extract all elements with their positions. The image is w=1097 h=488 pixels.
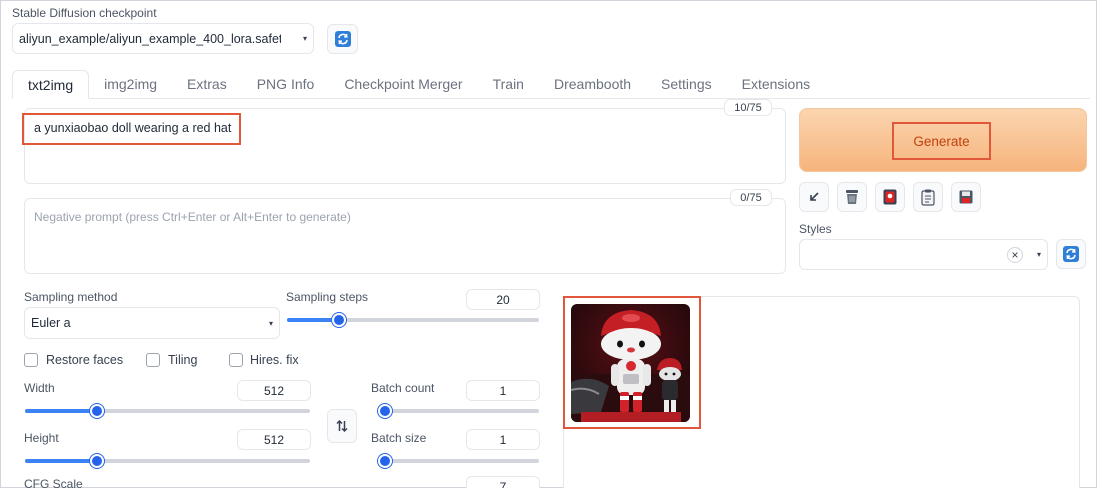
clear-prompt-button[interactable] [837, 182, 867, 212]
batch-count-slider[interactable] [378, 404, 539, 418]
restore-faces-checkbox[interactable] [24, 353, 38, 367]
tab-txt2img[interactable]: txt2img [12, 70, 90, 99]
slider-fill [25, 409, 97, 413]
tiling-label: Tiling [168, 353, 198, 367]
height-input[interactable]: 512 [237, 429, 311, 450]
chevron-down-icon: ▾ [268, 318, 273, 328]
tab-dreambooth[interactable]: Dreambooth [539, 70, 646, 99]
tab-train[interactable]: Train [478, 70, 539, 99]
restore-faces-label: Restore faces [46, 353, 124, 367]
apply-style-button[interactable] [913, 182, 943, 212]
sampling-steps-input[interactable]: 20 [466, 289, 540, 310]
save-style-button[interactable] [951, 182, 981, 212]
sampling-steps-label: Sampling steps [286, 290, 369, 304]
checkpoint-value: aliyun_example/aliyun_example_400_lora.s… [19, 31, 281, 46]
batch-count-input[interactable]: 1 [466, 380, 540, 401]
sampling-method-label: Sampling method [24, 290, 118, 304]
sampling-method-value: Euler a [31, 316, 71, 330]
checkpoint-select[interactable]: aliyun_example/aliyun_example_400_lora.s… [12, 23, 314, 54]
save-icon [959, 190, 973, 204]
styles-refresh-button[interactable] [1056, 239, 1086, 269]
refresh-icon [1063, 246, 1079, 262]
slider-thumb[interactable] [90, 454, 104, 468]
sampling-method-select[interactable]: Euler a ▾ [24, 307, 280, 339]
prompt-text: a yunxiaobao doll wearing a red hat [34, 121, 232, 135]
trash-icon [846, 190, 858, 204]
width-slider[interactable] [25, 404, 310, 418]
tab-png-info[interactable]: PNG Info [242, 70, 330, 99]
checkpoint-label: Stable Diffusion checkpoint [12, 6, 157, 20]
hires-fix-checkbox[interactable] [229, 353, 243, 367]
slider-thumb[interactable] [90, 404, 104, 418]
batch-size-slider[interactable] [378, 454, 539, 468]
clear-styles-icon[interactable]: × [1007, 247, 1023, 263]
cfg-scale-label: CFG Scale [24, 477, 83, 488]
batch-count-label: Batch count [371, 381, 435, 395]
tiling-checkbox[interactable] [146, 353, 160, 367]
model-card-icon [883, 189, 897, 205]
checkpoint-refresh-button[interactable] [327, 24, 358, 54]
slider-thumb[interactable] [378, 404, 392, 418]
doll-image [571, 304, 690, 422]
hires-fix-label: Hires. fix [250, 353, 299, 367]
styles-label: Styles [799, 222, 832, 236]
cfg-scale-input[interactable]: 7 [466, 476, 540, 488]
refresh-icon [334, 31, 351, 47]
slider-thumb[interactable] [378, 454, 392, 468]
batch-size-input[interactable]: 1 [466, 429, 540, 450]
tab-settings[interactable]: Settings [646, 70, 727, 99]
width-label: Width [24, 381, 55, 395]
swap-icon [336, 419, 348, 433]
clipboard-icon [921, 189, 935, 206]
batch-size-label: Batch size [371, 431, 427, 445]
arrow-down-left-icon [810, 192, 819, 201]
read-params-button[interactable] [799, 182, 829, 212]
slider-thumb[interactable] [332, 313, 346, 327]
generate-label: Generate [892, 122, 991, 160]
output-image-thumbnail[interactable] [571, 304, 690, 422]
height-label: Height [24, 431, 59, 445]
chevron-down-icon: ▾ [302, 34, 307, 43]
styles-select[interactable]: × ▾ [799, 239, 1048, 270]
height-slider[interactable] [25, 454, 310, 468]
chevron-down-icon: ▾ [1036, 250, 1041, 259]
sampling-steps-slider[interactable] [287, 313, 539, 327]
negative-prompt-token-counter: 0/75 [730, 189, 772, 206]
tab-checkpoint-merger[interactable]: Checkpoint Merger [329, 70, 477, 99]
tab-divider [12, 98, 1090, 99]
prompt-token-counter: 10/75 [724, 99, 772, 116]
extra-networks-button[interactable] [875, 182, 905, 212]
width-input[interactable]: 512 [237, 380, 311, 401]
swap-dimensions-button[interactable] [327, 409, 357, 443]
negative-prompt-placeholder: Negative prompt (press Ctrl+Enter or Alt… [34, 210, 351, 224]
tab-extras[interactable]: Extras [172, 70, 242, 99]
tab-extensions[interactable]: Extensions [727, 70, 825, 99]
tab-img2img[interactable]: img2img [89, 70, 172, 99]
slider-fill [25, 459, 97, 463]
tab-bar: txt2img img2img Extras PNG Info Checkpoi… [12, 70, 825, 99]
